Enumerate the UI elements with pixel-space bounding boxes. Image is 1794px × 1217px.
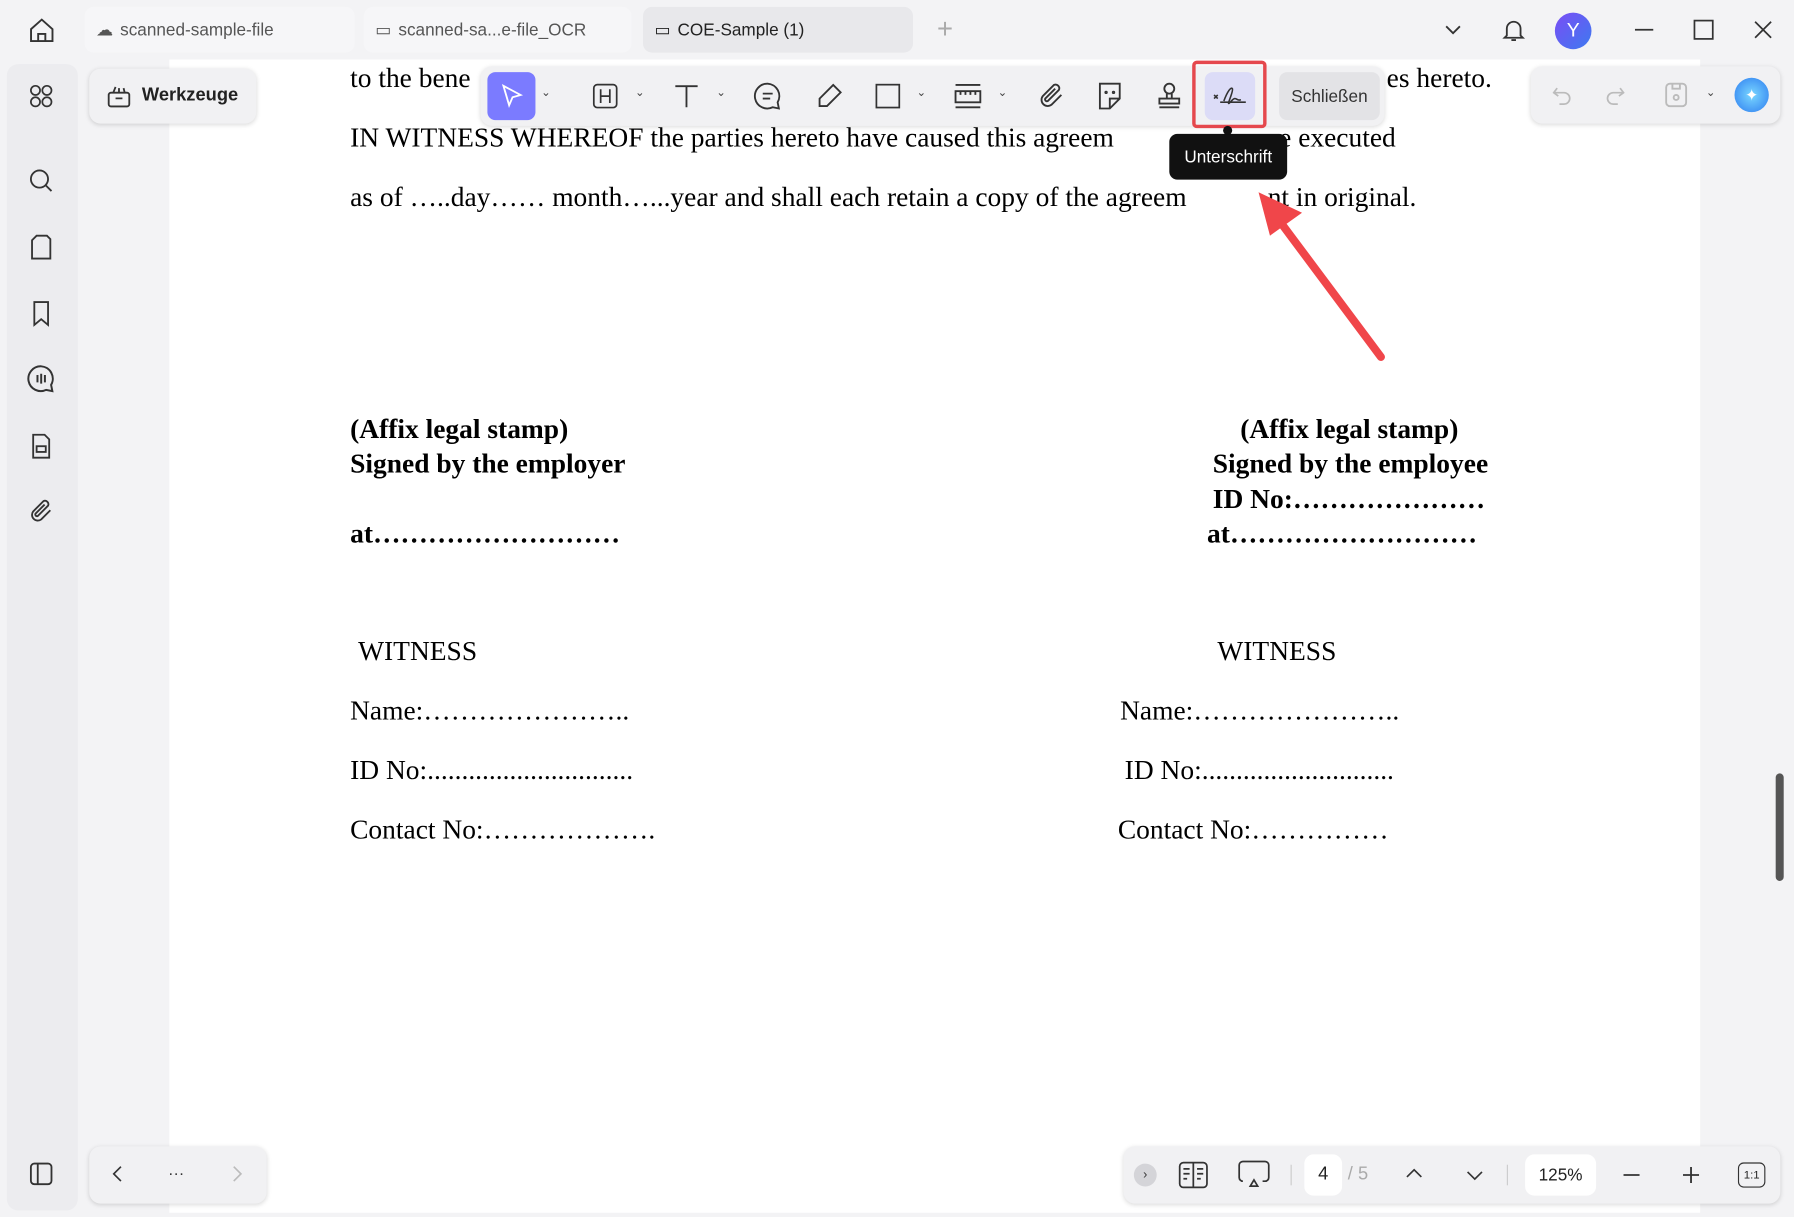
left-name: Name:………………….. bbox=[350, 696, 630, 727]
close-window-button[interactable] bbox=[1752, 18, 1775, 41]
comment-icon[interactable] bbox=[26, 364, 56, 394]
forward-icon[interactable] bbox=[227, 1164, 248, 1185]
bell-icon[interactable] bbox=[1500, 15, 1527, 45]
tooltip-pointer bbox=[1223, 125, 1233, 136]
right-contact: Contact No:…………… bbox=[1117, 815, 1389, 846]
minimize-button[interactable] bbox=[1633, 18, 1656, 41]
save-icon[interactable] bbox=[1664, 81, 1689, 108]
scrollbar[interactable] bbox=[1775, 773, 1784, 881]
back-icon[interactable] bbox=[108, 1164, 129, 1185]
next-page-icon[interactable] bbox=[1464, 1165, 1485, 1186]
cloud-icon: ☁ bbox=[96, 20, 114, 41]
employee-id: ID No:………………… bbox=[1212, 485, 1486, 515]
employee-stamp: (Affix legal stamp) bbox=[1240, 415, 1459, 446]
stamp-tool-button[interactable] bbox=[1154, 81, 1184, 111]
left-id: ID No:.............................. bbox=[350, 756, 634, 787]
tab-scanned-ocr[interactable]: ▭ scanned-sa...e-file_OCR bbox=[363, 6, 632, 53]
sticker-tool-button[interactable] bbox=[1095, 81, 1125, 111]
page-number-input[interactable]: 4 bbox=[1304, 1154, 1343, 1196]
attachment-tool-button[interactable] bbox=[1037, 81, 1067, 111]
monitor-icon: ▭ bbox=[654, 20, 671, 41]
actual-size-button[interactable]: 1:1 bbox=[1737, 1162, 1766, 1188]
page-total: / 5 bbox=[1347, 1164, 1369, 1185]
document-icon[interactable] bbox=[27, 432, 54, 459]
chevron-down-icon[interactable]: ⌄ bbox=[998, 87, 1008, 100]
highlight-tool-button[interactable] bbox=[592, 82, 619, 109]
previous-page-icon[interactable] bbox=[1404, 1164, 1425, 1185]
search-icon[interactable] bbox=[27, 167, 54, 194]
tabs-dropdown-icon[interactable] bbox=[1442, 18, 1465, 41]
doc-line: e executed bbox=[1279, 123, 1396, 154]
right-witness: WITNESS bbox=[1217, 637, 1337, 668]
close-toolbar-button[interactable]: Schließen bbox=[1279, 72, 1380, 121]
undo-icon[interactable] bbox=[1550, 84, 1573, 107]
attachment-icon[interactable] bbox=[27, 498, 54, 525]
doc-line: to the bene bbox=[350, 64, 471, 94]
right-id: ID No:............................ bbox=[1124, 756, 1394, 787]
pages-icon[interactable] bbox=[27, 233, 54, 260]
employee-signed: Signed by the employee bbox=[1212, 449, 1489, 480]
employee-at: at……………………… bbox=[1207, 519, 1478, 550]
select-tool-button[interactable] bbox=[487, 72, 536, 121]
employer-signed: Signed by the employer bbox=[350, 449, 626, 480]
employer-at: at……………………… bbox=[350, 519, 621, 550]
red-arrow-annotation bbox=[1258, 192, 1385, 361]
zoom-in-icon[interactable] bbox=[1680, 1164, 1703, 1187]
comment-tool-button[interactable] bbox=[753, 81, 783, 111]
shape-tool-button[interactable] bbox=[874, 82, 901, 109]
doc-line: es hereto. bbox=[1386, 64, 1492, 94]
tab-scanned-sample-file[interactable]: ☁ scanned-sample-file bbox=[84, 6, 355, 53]
monitor-icon: ▭ bbox=[375, 20, 392, 41]
right-name: Name:………………….. bbox=[1120, 696, 1400, 727]
employer-stamp: (Affix legal stamp) bbox=[350, 415, 569, 446]
chevron-down-icon[interactable]: ⌄ bbox=[541, 87, 551, 100]
tab-coe-sample[interactable]: ▭ COE-Sample (1) bbox=[643, 6, 914, 53]
avatar[interactable]: Y bbox=[1554, 12, 1592, 50]
presentation-icon[interactable] bbox=[1238, 1160, 1270, 1190]
chevron-down-icon[interactable]: ⌄ bbox=[716, 87, 726, 100]
pencil-tool-button[interactable] bbox=[815, 81, 845, 111]
tools-button[interactable]: Werkzeuge bbox=[89, 68, 257, 124]
more-button[interactable]: ··· bbox=[162, 1161, 189, 1184]
bookmark-icon[interactable] bbox=[27, 300, 54, 327]
zoom-out-icon[interactable] bbox=[1620, 1164, 1643, 1187]
measure-tool-button[interactable] bbox=[953, 81, 983, 111]
text-tool-button[interactable] bbox=[672, 81, 702, 111]
chevron-down-icon[interactable]: ⌄ bbox=[916, 87, 926, 100]
signature-tool-button[interactable] bbox=[1204, 72, 1256, 121]
zoom-level-input[interactable]: 125% bbox=[1525, 1154, 1597, 1196]
left-contact: Contact No:………………. bbox=[350, 815, 656, 846]
divider bbox=[1290, 1164, 1292, 1186]
divider bbox=[1506, 1164, 1508, 1186]
new-tab-button[interactable]: + bbox=[931, 14, 958, 45]
maximize-button[interactable] bbox=[1692, 18, 1715, 41]
chevron-down-icon[interactable]: ⌄ bbox=[1706, 87, 1716, 100]
home-icon[interactable] bbox=[27, 16, 56, 45]
sidebar-toggle-icon[interactable] bbox=[27, 1160, 54, 1187]
doc-line: IN WITNESS WHEREOF the parties hereto ha… bbox=[350, 123, 1114, 154]
document-page bbox=[169, 59, 1701, 1213]
chevron-down-icon[interactable]: ⌄ bbox=[635, 87, 645, 100]
expand-toolbar-button[interactable]: › bbox=[1133, 1163, 1157, 1187]
page-layout-icon[interactable] bbox=[1178, 1161, 1208, 1189]
doc-line: as of …..day…… month…...year and shall e… bbox=[350, 183, 1187, 213]
ai-assistant-icon[interactable]: ✦ bbox=[1734, 77, 1769, 113]
apps-grid-icon[interactable] bbox=[27, 82, 54, 109]
left-witness: WITNESS bbox=[358, 637, 478, 668]
toolbox-icon bbox=[105, 82, 132, 109]
redo-icon[interactable] bbox=[1604, 84, 1627, 107]
